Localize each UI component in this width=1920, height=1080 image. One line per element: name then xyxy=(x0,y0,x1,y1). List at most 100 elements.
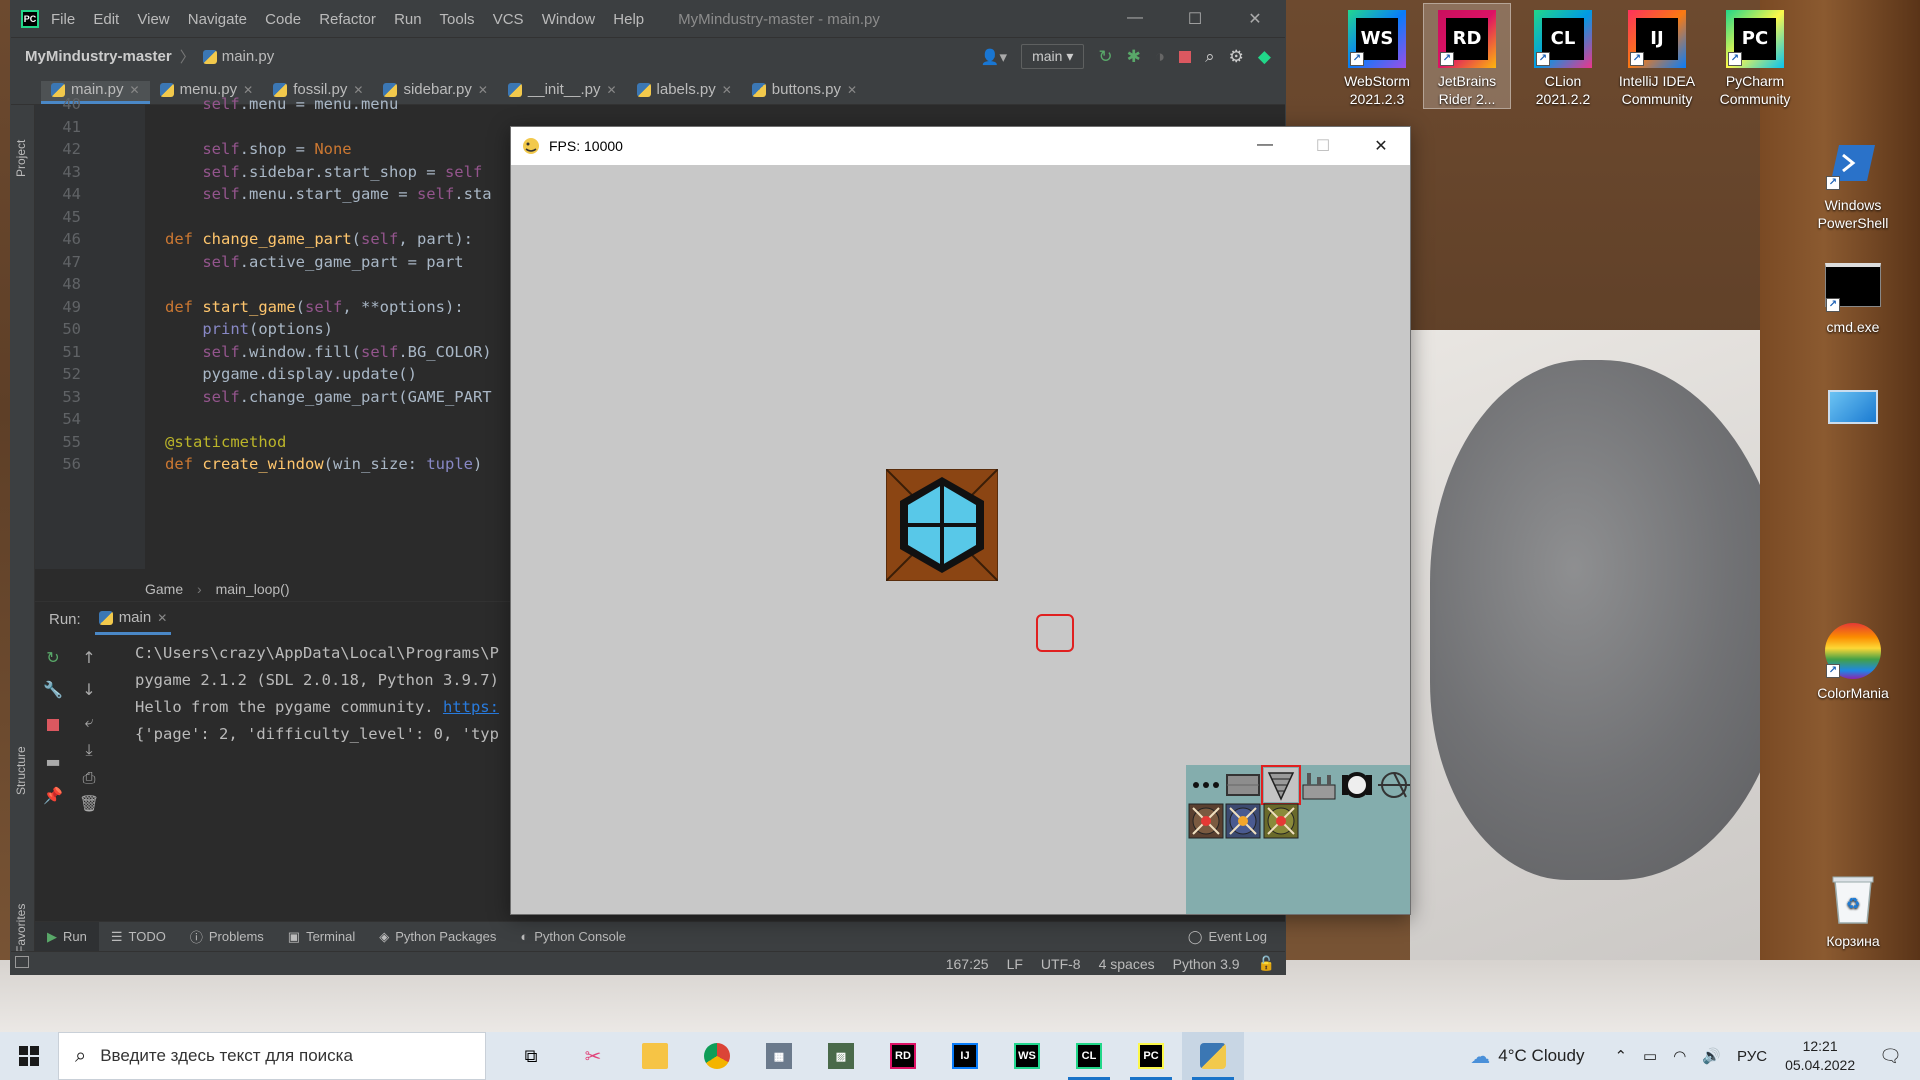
pin-icon[interactable]: 📌 xyxy=(43,786,63,806)
close-icon[interactable]: ✕ xyxy=(1225,9,1285,29)
desktop-icon-rider[interactable]: RD ↗ JetBrains Rider 2... xyxy=(1423,3,1511,109)
stop-icon[interactable] xyxy=(1179,50,1192,63)
breadcrumb-file[interactable]: main.py xyxy=(222,48,275,65)
soft-wrap-icon[interactable]: ⤶ xyxy=(79,712,99,732)
taskbar-chrome[interactable] xyxy=(686,1032,748,1080)
gear-icon[interactable]: ⚙ xyxy=(1229,47,1244,67)
taskbar-rider[interactable]: RD xyxy=(872,1032,934,1080)
rerun-icon[interactable]: ↻ xyxy=(43,648,63,668)
taskbar-snipping-tool[interactable]: ✂ xyxy=(562,1032,624,1080)
taskbar-file-explorer[interactable] xyxy=(624,1032,686,1080)
chevron-up-icon[interactable]: ⌃ xyxy=(1614,1047,1627,1065)
run-tab-main[interactable]: main ✕ xyxy=(94,603,172,635)
menu-view[interactable]: View xyxy=(137,11,169,28)
status-indent[interactable]: 4 spaces xyxy=(1099,956,1155,972)
notifications-icon[interactable]: 🗨 xyxy=(1879,1046,1902,1067)
debug-icon[interactable]: ✱ xyxy=(1127,47,1141,67)
language-indicator[interactable]: РУС xyxy=(1737,1048,1767,1065)
status-caret-position[interactable]: 167:25 xyxy=(946,956,989,972)
clock[interactable]: 12:21 05.04.2022 xyxy=(1785,1037,1855,1075)
minimize-icon[interactable]: — xyxy=(1236,136,1294,156)
pygame-window[interactable]: FPS: 10000 — ☐ ✕ xyxy=(510,126,1411,915)
factory-icon[interactable] xyxy=(1301,767,1337,803)
desktop-icon-cmd[interactable]: ↗ cmd.exe xyxy=(1810,250,1896,336)
status-interpreter[interactable]: Python 3.9 xyxy=(1173,956,1240,972)
tool-python-packages[interactable]: ◈ Python Packages xyxy=(367,929,508,945)
breadcrumb-class[interactable]: Game xyxy=(145,581,183,597)
taskbar-pycharm[interactable]: PC xyxy=(1120,1032,1182,1080)
arrow-down-icon[interactable]: ↓ xyxy=(79,680,99,700)
fan-turret-blue-icon[interactable] xyxy=(1225,803,1261,839)
minimize-icon[interactable]: — xyxy=(1105,9,1165,29)
breadcrumb-project[interactable]: MyMindustry-master xyxy=(25,48,172,65)
tool-terminal[interactable]: ▣ Terminal xyxy=(276,929,367,945)
lock-icon[interactable]: 🔓 xyxy=(1258,955,1275,972)
taskbar-python[interactable] xyxy=(1182,1032,1244,1080)
scroll-to-end-icon[interactable]: ⤓ xyxy=(79,740,99,760)
desktop-icon-webstorm[interactable]: WS ↗ WebStorm 2021.2.3 xyxy=(1334,4,1420,108)
breadcrumb-method[interactable]: main_loop() xyxy=(216,581,290,597)
arrow-up-icon[interactable]: ↑ xyxy=(79,648,99,668)
weather-widget[interactable]: ☁ 4°C Cloudy xyxy=(1470,1044,1584,1069)
layout-icon[interactable] xyxy=(15,956,29,968)
menu-window[interactable]: Window xyxy=(542,11,595,28)
favorites-tool-button[interactable]: Favorites xyxy=(14,904,28,953)
conveyor-icon[interactable] xyxy=(1225,767,1261,803)
desktop-icon-powershell[interactable]: ↗ Windows PowerShell xyxy=(1810,128,1896,232)
console-output[interactable]: C:\Users\crazy\AppData\Local\Programs\P … xyxy=(135,640,499,748)
start-button[interactable] xyxy=(0,1032,58,1080)
fan-turret-red-icon[interactable] xyxy=(1188,803,1224,839)
tool-python-console[interactable]: ◐ Python Console xyxy=(508,929,638,944)
stop-icon[interactable] xyxy=(43,716,63,736)
desktop-icon-intellij[interactable]: IJ ↗ IntelliJ IDEA Community xyxy=(1614,4,1700,108)
menu-vcs[interactable]: VCS xyxy=(493,11,524,28)
status-encoding[interactable]: UTF-8 xyxy=(1041,956,1081,972)
taskbar-intellij[interactable]: IJ xyxy=(934,1032,996,1080)
menu-navigate[interactable]: Navigate xyxy=(188,11,247,28)
desktop-icon-recycle-bin[interactable]: ♻ Корзина xyxy=(1810,864,1896,950)
drill-icon[interactable] xyxy=(1261,765,1301,805)
menu-refactor[interactable]: Refactor xyxy=(319,11,376,28)
taskbar-clion[interactable]: CL xyxy=(1058,1032,1120,1080)
layout-icon[interactable]: ▬ xyxy=(43,752,63,772)
menu-run[interactable]: Run xyxy=(394,11,422,28)
battery-icon[interactable]: ▭ xyxy=(1643,1047,1657,1065)
tool-problems[interactable]: ⓘ Problems xyxy=(178,927,276,946)
close-icon[interactable]: ✕ xyxy=(1352,136,1410,156)
taskbar-calculator[interactable]: ▦ xyxy=(748,1032,810,1080)
menu-code[interactable]: Code xyxy=(265,11,301,28)
close-tab-icon[interactable]: ✕ xyxy=(157,611,167,625)
menu-help[interactable]: Help xyxy=(613,11,644,28)
menu-file[interactable]: File xyxy=(51,11,75,28)
code-with-me-icon[interactable]: ◆ xyxy=(1258,47,1271,67)
menu-edit[interactable]: Edit xyxy=(93,11,119,28)
print-icon[interactable]: ⎙ xyxy=(79,768,99,788)
console-link[interactable]: https: xyxy=(443,698,499,716)
tool-todo[interactable]: ☰ TODO xyxy=(99,929,178,945)
coverage-icon[interactable]: ◑ xyxy=(1155,47,1165,67)
desktop-icon-colormania[interactable]: ↗ ColorMania xyxy=(1810,616,1896,702)
menu-tools[interactable]: Tools xyxy=(440,11,475,28)
project-tool-button[interactable]: Project xyxy=(14,140,28,177)
desktop-icon-control-panel[interactable] xyxy=(1810,372,1896,440)
tool-run[interactable]: ▶ Run xyxy=(35,921,99,952)
task-view-button[interactable]: ⧉ xyxy=(500,1032,562,1080)
desktop-icon-pycharm[interactable]: PC ↗ PyCharm Community xyxy=(1712,4,1798,108)
run-config-select[interactable]: main ▾ xyxy=(1021,44,1085,69)
structure-tool-button[interactable]: Structure xyxy=(14,746,28,795)
search-icon[interactable]: ⌕ xyxy=(1205,47,1215,67)
volume-icon[interactable]: 🔊 xyxy=(1702,1047,1721,1065)
taskbar-search-box[interactable]: ⌕ Введите здесь текст для поиска xyxy=(58,1032,486,1080)
tool-event-log[interactable]: ◯ Event Log xyxy=(1176,929,1279,945)
taskbar-webstorm[interactable]: WS xyxy=(996,1032,1058,1080)
crosshair-icon[interactable] xyxy=(1376,767,1412,803)
maximize-icon[interactable]: ☐ xyxy=(1165,9,1225,29)
taskbar-image-viewer[interactable]: ▨ xyxy=(810,1032,872,1080)
game-canvas[interactable] xyxy=(511,165,1410,914)
more-icon[interactable] xyxy=(1188,767,1224,803)
user-icon[interactable]: 👤▾ xyxy=(981,48,1007,66)
wrench-icon[interactable]: 🔧 xyxy=(43,680,63,700)
core-block[interactable] xyxy=(886,469,998,581)
status-line-separator[interactable]: LF xyxy=(1007,956,1023,972)
wifi-icon[interactable]: ◠ xyxy=(1673,1047,1686,1065)
